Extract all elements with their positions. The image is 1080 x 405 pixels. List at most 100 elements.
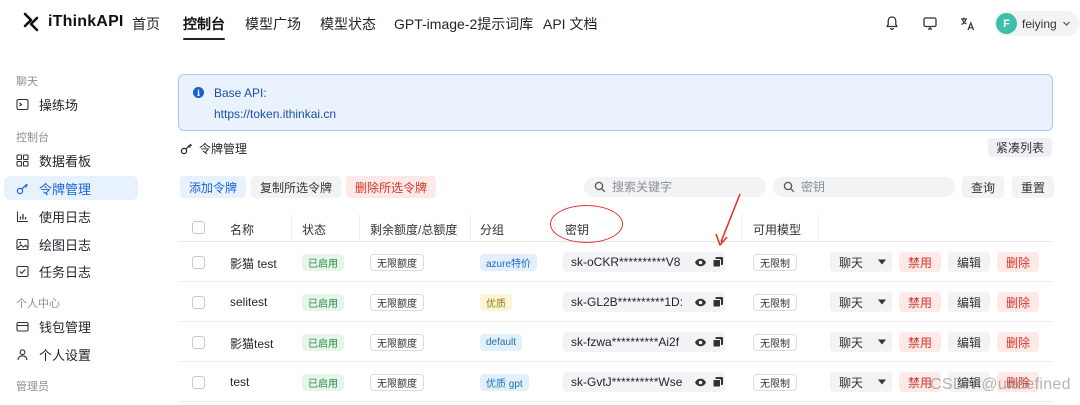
api-key-field: sk-GL2B**********1D: [563, 292, 725, 312]
sidebar-item-label: 令牌管理 [39, 181, 92, 197]
column-divider [470, 214, 471, 240]
row-checkbox[interactable] [192, 376, 205, 389]
key-icon [16, 182, 29, 195]
highlight-ellipse [550, 205, 623, 243]
nav-model-status[interactable]: 模型状态 [320, 14, 376, 34]
group-badge: 优质 gpt [480, 374, 529, 391]
group-badge: 优质 [480, 294, 512, 311]
quota-badge: 无限额度 [370, 374, 424, 391]
user-icon [16, 348, 29, 361]
terminal-icon [16, 98, 29, 111]
search-key-field[interactable] [773, 177, 955, 197]
eye-icon[interactable] [693, 255, 707, 269]
disable-button[interactable]: 禁用 [899, 292, 942, 312]
search-icon [594, 181, 606, 193]
base-api-url[interactable]: https://token.ithinkai.cn [214, 107, 336, 121]
translate-icon[interactable] [956, 12, 978, 34]
user-name: feiying [1022, 16, 1057, 31]
sidebar-item-settings[interactable]: 个人设置 [4, 342, 138, 366]
sidebar-item-token-management[interactable]: 令牌管理 [4, 176, 138, 200]
edit-button[interactable]: 编辑 [948, 252, 991, 272]
base-api-banner: i Base API: https://token.ithinkai.cn [178, 74, 1053, 131]
brand-name: iThinkAPI [48, 13, 124, 30]
api-key-field: sk-GvtJ**********Wse [563, 372, 725, 392]
api-key-value: sk-fzwa**********Ai2f [571, 335, 680, 349]
wallet-icon [16, 320, 29, 333]
sidebar-item-label: 钱包管理 [39, 319, 92, 335]
status-badge: 已启用 [302, 334, 344, 351]
sidebar-item-playground[interactable]: 操练场 [4, 92, 138, 116]
edit-button[interactable]: 编辑 [948, 292, 991, 312]
token-name: test [230, 375, 250, 389]
delete-button[interactable]: 删除 [997, 332, 1040, 352]
sidebar-item-dashboard[interactable]: 数据看板 [4, 148, 138, 172]
sidebar-item-label: 数据看板 [39, 153, 92, 169]
reset-button[interactable]: 重置 [1012, 176, 1055, 198]
column-header-models: 可用模型 [753, 223, 802, 237]
add-token-button[interactable]: 添加令牌 [180, 176, 247, 198]
image-icon [16, 238, 29, 251]
nav-console[interactable]: 控制台 [183, 14, 225, 40]
brand-logo[interactable]: iThinkAPI [22, 12, 124, 32]
row-checkbox[interactable] [192, 336, 205, 349]
nav-home[interactable]: 首页 [132, 14, 160, 34]
edit-button[interactable]: 编辑 [948, 332, 991, 352]
chat-dropdown-caret[interactable] [872, 332, 892, 352]
chat-button[interactable]: 聊天 [830, 292, 873, 312]
chat-button[interactable]: 聊天 [830, 372, 873, 392]
row-checkbox[interactable] [192, 296, 205, 309]
api-key-value: sk-oCKR**********V8 [571, 255, 681, 269]
sidebar-item-usage-log[interactable]: 使用日志 [4, 204, 138, 228]
section-header: 令牌管理 [180, 140, 247, 157]
api-key-value: sk-GL2B**********1D: [571, 295, 684, 309]
user-menu[interactable]: F feiying [994, 11, 1079, 36]
api-key-value: sk-GvtJ**********Wse [571, 375, 683, 389]
table-row: 影猫test 已启用 无限额度 default sk-fzwa*********… [178, 322, 1053, 362]
disable-button[interactable]: 禁用 [899, 252, 942, 272]
delete-selected-button[interactable]: 删除所选令牌 [346, 176, 437, 198]
info-icon: i [193, 87, 204, 98]
chat-dropdown-caret[interactable] [872, 252, 892, 272]
eye-icon[interactable] [693, 375, 707, 389]
sidebar-group-chat: 聊天 [16, 76, 38, 88]
quota-badge: 无限额度 [370, 254, 424, 271]
disable-button[interactable]: 禁用 [899, 332, 942, 352]
search-key-input[interactable] [801, 180, 941, 194]
chat-button[interactable]: 聊天 [830, 252, 873, 272]
eye-icon[interactable] [693, 335, 707, 349]
delete-button[interactable]: 删除 [997, 252, 1040, 272]
column-header-quota: 剩余额度/总额度 [370, 223, 458, 237]
copy-icon[interactable] [711, 335, 725, 349]
chevron-down-icon [1062, 21, 1070, 26]
column-divider [291, 214, 292, 240]
token-name: 影猫 test [230, 257, 277, 271]
sidebar-item-task-log[interactable]: 任务日志 [4, 259, 138, 283]
eye-icon[interactable] [693, 295, 707, 309]
brand-mark-icon [23, 12, 39, 32]
delete-button[interactable]: 删除 [997, 292, 1040, 312]
select-all-checkbox[interactable] [192, 221, 205, 234]
sidebar-item-wallet[interactable]: 钱包管理 [4, 314, 138, 338]
query-button[interactable]: 查询 [962, 176, 1005, 198]
copy-selected-button[interactable]: 复制所选令牌 [251, 176, 342, 198]
sidebar-item-label: 使用日志 [39, 209, 92, 225]
sidebar-item-drawing-log[interactable]: 绘图日志 [4, 232, 138, 256]
monitor-icon[interactable] [919, 12, 941, 34]
bell-icon[interactable] [881, 12, 903, 34]
copy-icon[interactable] [711, 375, 725, 389]
nav-model-square[interactable]: 模型广场 [245, 14, 301, 34]
nav-prompt-library[interactable]: GPT-image-2提示词库 [394, 14, 533, 34]
nav-api-docs[interactable]: API 文档 [543, 14, 597, 34]
sidebar-group-admin: 管理员 [16, 381, 49, 393]
chat-button[interactable]: 聊天 [830, 332, 873, 352]
copy-icon[interactable] [711, 255, 725, 269]
column-divider [359, 214, 360, 240]
compact-list-toggle[interactable]: 紧凑列表 [988, 138, 1053, 157]
models-badge: 无限制 [753, 334, 797, 351]
row-checkbox[interactable] [192, 256, 205, 269]
copy-icon[interactable] [711, 295, 725, 309]
key-icon [180, 143, 193, 155]
chat-dropdown-caret[interactable] [872, 372, 892, 392]
avatar: F [996, 13, 1017, 34]
chat-dropdown-caret[interactable] [872, 292, 892, 312]
